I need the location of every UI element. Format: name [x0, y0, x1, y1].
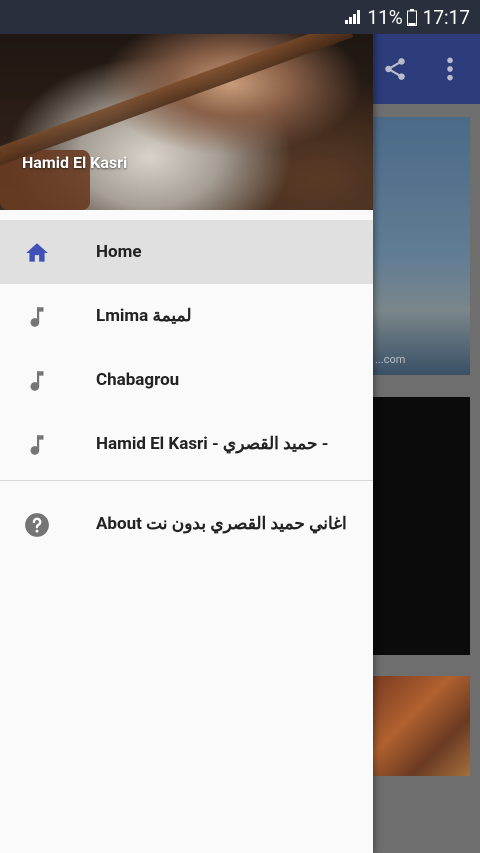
menu-item-lmima[interactable]: Lmima لميمة: [0, 284, 373, 348]
menu-item-label: Lmima لميمة: [96, 306, 192, 326]
signal-icon: [345, 10, 361, 24]
menu-item-chabagrou[interactable]: Chabagrou: [0, 348, 373, 412]
video-card-thumbnail[interactable]: ...com: [373, 117, 470, 375]
music-note-icon: [30, 307, 44, 327]
video-card-thumbnail[interactable]: [373, 397, 470, 655]
menu-item-hamid-el-kasri[interactable]: Hamid El Kasri - حميد القصري -: [0, 412, 373, 476]
instrument-neck-shape: [0, 20, 354, 167]
help-icon: [25, 513, 49, 537]
music-note-icon: [30, 371, 44, 391]
share-icon[interactable]: [382, 56, 408, 82]
status-bar: 11% 17:17: [0, 0, 480, 34]
menu-divider: [0, 480, 373, 481]
clock: 17:17: [422, 5, 470, 29]
menu-item-label: Home: [96, 242, 142, 262]
card-watermark: ...com: [375, 353, 406, 366]
home-icon: [26, 243, 48, 262]
menu-item-about[interactable]: About اغاني حميد القصري بدون نت: [0, 492, 373, 556]
menu-item-label: Chabagrou: [96, 370, 180, 390]
menu-item-home[interactable]: Home: [0, 220, 373, 284]
more-vert-icon[interactable]: [444, 56, 456, 82]
battery-percent: 11%: [367, 5, 403, 29]
video-card-thumbnail[interactable]: [373, 676, 470, 776]
drawer-menu: Home Lmima لميمة Chabagrou Hamid El Kasr…: [0, 220, 373, 556]
navigation-drawer: Hamid El Kasri Home Lmima لميمة Chabagro…: [0, 0, 373, 853]
music-note-icon: [30, 435, 44, 455]
battery-icon: [406, 8, 417, 26]
drawer-header-title: Hamid El Kasri: [22, 153, 128, 172]
menu-item-label: About اغاني حميد القصري بدون نت: [96, 514, 347, 534]
menu-item-label: Hamid El Kasri - حميد القصري -: [96, 434, 329, 454]
